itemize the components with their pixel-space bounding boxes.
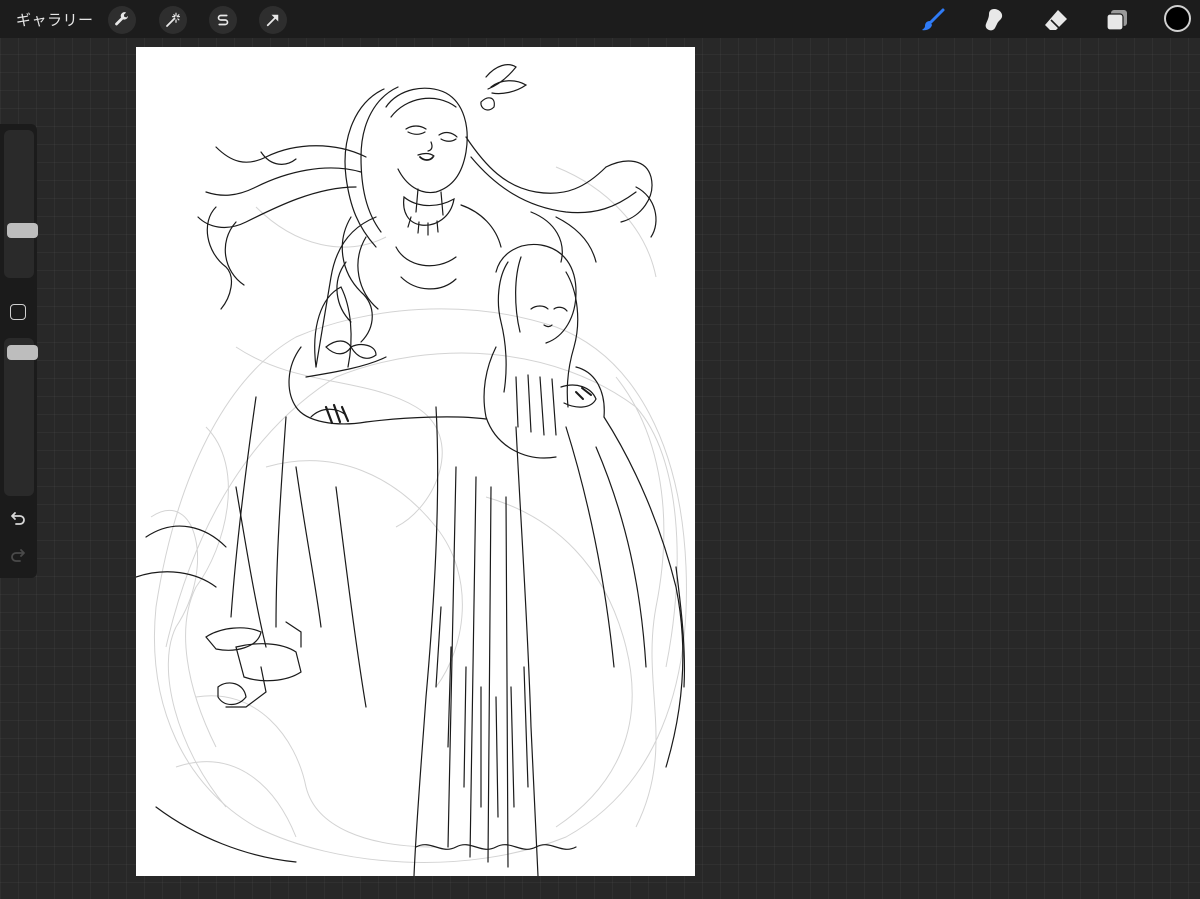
opacity-thumb[interactable]: [7, 345, 38, 360]
smudge-tool-button[interactable]: [979, 5, 1009, 35]
layers-icon: [1106, 10, 1127, 31]
undo-icon: [11, 512, 25, 525]
selection-button[interactable]: [209, 6, 237, 34]
transform-button[interactable]: [259, 6, 287, 34]
brush-tool-button[interactable]: [918, 5, 948, 35]
eraser-tool-button[interactable]: [1041, 5, 1071, 35]
opacity-slider[interactable]: [4, 338, 38, 496]
magic-wand-icon: [166, 12, 180, 27]
modify-button[interactable]: [10, 304, 26, 320]
left-sidebar: [0, 124, 38, 578]
color-swatch[interactable]: [1164, 5, 1191, 32]
arrow-cursor-icon: [266, 14, 279, 27]
brush-size-thumb[interactable]: [7, 223, 38, 238]
gallery-button[interactable]: ギャラリー: [16, 9, 94, 30]
wrench-icon: [115, 12, 129, 26]
drawing-canvas[interactable]: [136, 47, 695, 876]
top-toolbar: ギャラリー: [0, 0, 1200, 38]
undo-button[interactable]: [8, 509, 28, 529]
brush-size-slider[interactable]: [4, 130, 38, 278]
actions-button[interactable]: [108, 6, 136, 34]
adjustments-button[interactable]: [159, 6, 187, 34]
sketch-artwork: [136, 64, 687, 876]
brush-icon: [922, 8, 945, 31]
smudge-icon: [985, 9, 1003, 31]
layers-button[interactable]: [1102, 5, 1132, 35]
procreate-workspace: ギャラリー: [0, 0, 1200, 899]
eraser-icon: [1045, 10, 1067, 30]
selection-s-icon: [217, 14, 229, 26]
redo-icon: [11, 549, 25, 562]
redo-button[interactable]: [8, 546, 28, 566]
